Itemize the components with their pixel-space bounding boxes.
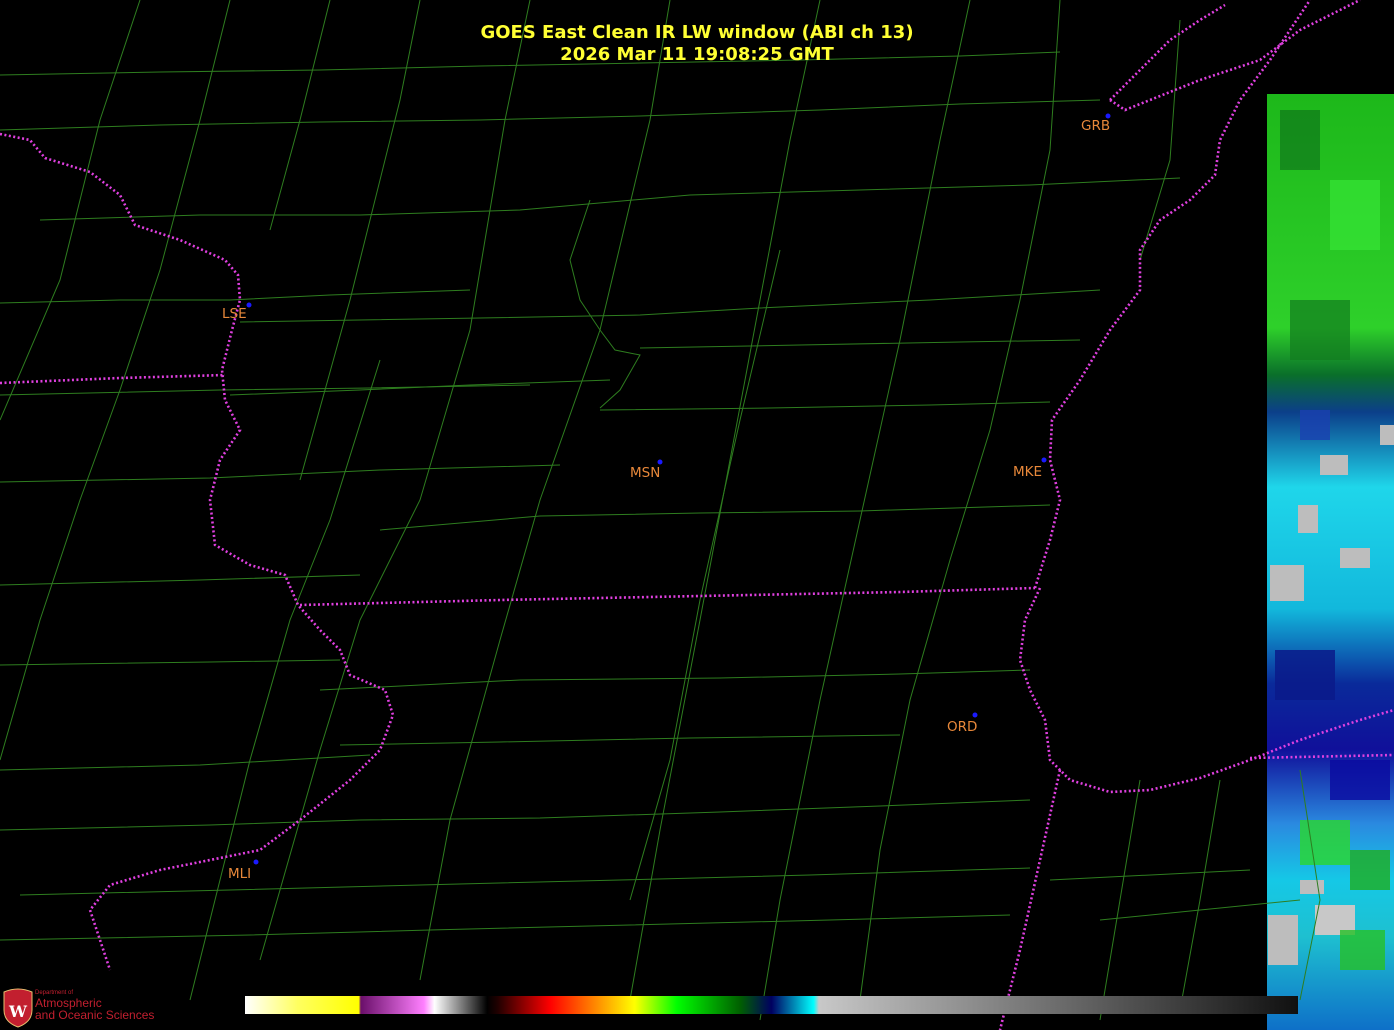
city-dot-lse: [246, 302, 252, 308]
city-label-mke: MKE: [1013, 464, 1042, 480]
logo-oceanic: and Oceanic Sciences: [35, 1008, 155, 1022]
svg-text:W: W: [8, 1002, 28, 1021]
satellite-map: GRB LSE MSN MKE ORD MLI: [0, 0, 1394, 1030]
city-dot-msn: [657, 459, 663, 465]
city-dot-mli: [253, 859, 259, 865]
city-label-mli: MLI: [228, 866, 251, 882]
city-dot-ord: [972, 712, 978, 718]
city-label-grb: GRB: [1081, 118, 1110, 134]
map-title: GOES East Clean IR LW window (ABI ch 13): [480, 22, 914, 43]
city-label-lse: LSE: [222, 306, 247, 322]
color-scale-bar: [245, 996, 1298, 1014]
satellite-imagery-strip: [1267, 94, 1394, 1030]
city-dot-mke: [1041, 457, 1047, 463]
city-label-ord: ORD: [947, 719, 977, 735]
city-label-msn: MSN: [630, 465, 660, 481]
map-timestamp: 2026 Mar 11 19:08:25 GMT: [560, 44, 834, 65]
logo-text: Department of Atmospheric and Oceanic Sc…: [35, 990, 154, 1021]
